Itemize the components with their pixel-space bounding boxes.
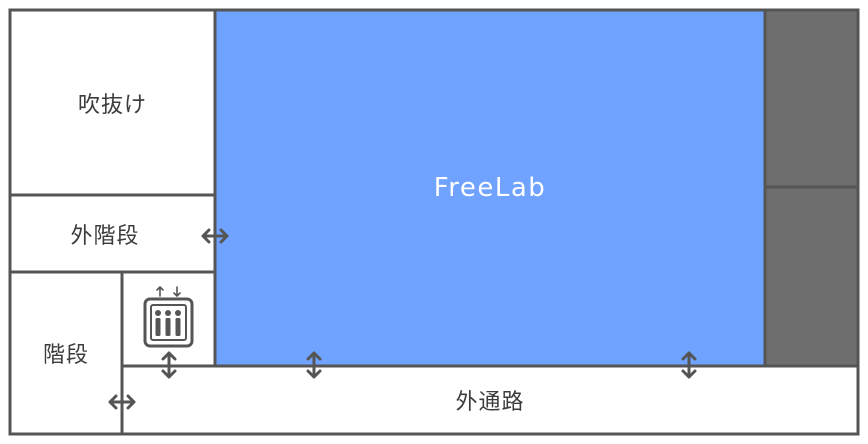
- room-outer-stairs-label-layer: 外階段: [10, 195, 200, 272]
- room-stairs-label-layer: 階段: [10, 272, 122, 434]
- dark-room-upper: [765, 10, 858, 187]
- room-freelab-label-layer: FreeLab: [215, 10, 765, 366]
- room-outer-passage-label-layer: 外通路: [122, 366, 858, 434]
- floor-plan: 吹抜け 外階段 階段 FreeLab 外通路: [0, 0, 868, 444]
- room-stairs-title: 階段: [42, 343, 89, 368]
- room-outer-stairs-title: 外階段: [70, 223, 140, 249]
- dark-room-lower: [765, 187, 858, 366]
- elevator-icon: [143, 286, 194, 348]
- room-freelab-title: FreeLab: [433, 173, 547, 203]
- room-atrium-label-layer: 吹抜け: [10, 10, 215, 195]
- room-atrium-title: 吹抜け: [77, 92, 147, 118]
- room-outer-passage-title: 外通路: [455, 390, 525, 415]
